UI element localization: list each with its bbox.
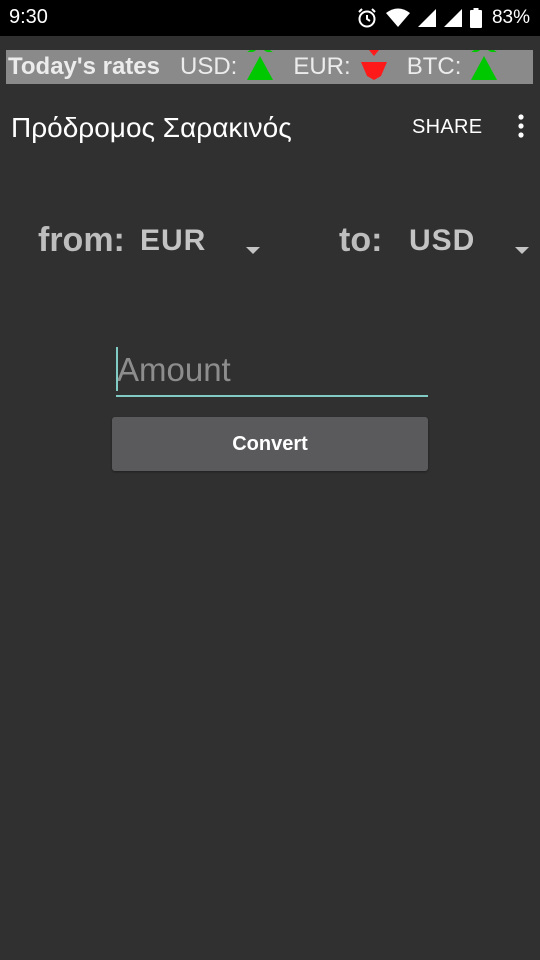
status-time: 9:30 bbox=[9, 6, 48, 28]
wifi-icon bbox=[385, 8, 410, 28]
share-button[interactable]: SHARE bbox=[412, 116, 482, 139]
rate-label: EUR: bbox=[293, 53, 351, 80]
rate-usd: USD: bbox=[180, 50, 275, 84]
trend-up-icon bbox=[471, 50, 498, 80]
alarm-icon bbox=[356, 7, 378, 29]
from-label: from: bbox=[38, 221, 125, 259]
convert-button[interactable]: Convert bbox=[112, 417, 428, 471]
more-vert-icon[interactable] bbox=[516, 113, 526, 146]
cell-signal-icon bbox=[443, 9, 462, 27]
rates-title: Today's rates bbox=[8, 53, 160, 80]
cell-signal-icon bbox=[417, 9, 436, 27]
dropdown-arrow-icon[interactable] bbox=[515, 247, 529, 254]
rates-ticker: Today's rates USD: EUR: BTC: bbox=[6, 50, 533, 84]
app-screen: 9:30 83% Today's rates USD: EUR: BTC: Πρ… bbox=[0, 0, 540, 960]
trend-down-icon bbox=[360, 50, 387, 80]
to-currency-spinner[interactable]: USD bbox=[409, 224, 475, 258]
status-bar: 9:30 83% bbox=[0, 0, 540, 36]
to-label: to: bbox=[339, 221, 383, 259]
amount-input[interactable] bbox=[117, 346, 425, 394]
status-icons: 83% bbox=[356, 6, 530, 30]
rate-label: BTC: bbox=[406, 53, 462, 80]
app-bar: Πρόδρομος Σαρακινός SHARE bbox=[0, 96, 540, 160]
rate-eur: EUR: bbox=[293, 50, 388, 84]
text-cursor bbox=[116, 347, 118, 391]
trend-up-icon bbox=[247, 50, 274, 80]
dropdown-arrow-icon[interactable] bbox=[246, 247, 260, 254]
rate-btc: BTC: bbox=[407, 50, 500, 84]
battery-icon bbox=[469, 8, 482, 28]
battery-percent: 83% bbox=[491, 7, 530, 28]
app-title: Πρόδρομος Σαρακινός bbox=[11, 112, 292, 143]
rate-label: USD: bbox=[180, 53, 238, 80]
from-currency-spinner[interactable]: EUR bbox=[140, 224, 206, 258]
